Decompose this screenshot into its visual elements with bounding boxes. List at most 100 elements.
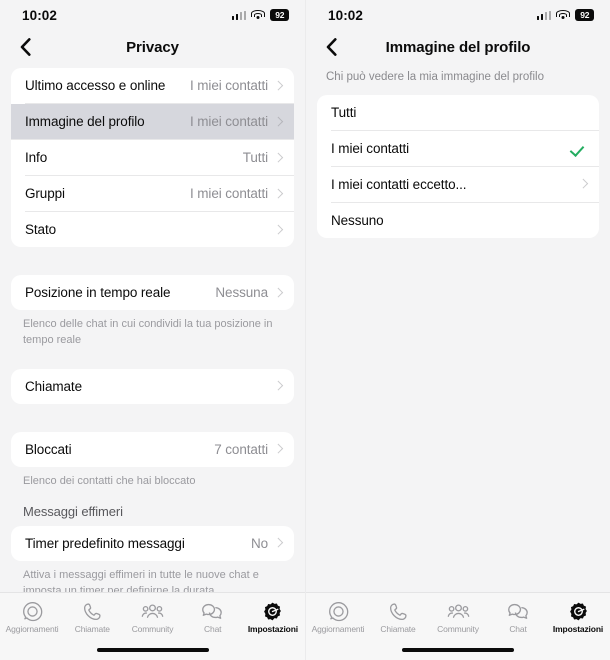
tab-chat[interactable]: Chat bbox=[488, 600, 548, 634]
visibility-options-card: Tutti I miei contatti I miei contatti ec… bbox=[317, 94, 599, 238]
option-i-miei-contatti[interactable]: I miei contatti bbox=[317, 131, 599, 166]
tab-impostazioni[interactable]: Impostazioni bbox=[243, 600, 303, 634]
wifi-icon bbox=[251, 10, 265, 20]
tab-label: Chat bbox=[509, 624, 527, 634]
tab-impostazioni[interactable]: Impostazioni bbox=[548, 600, 608, 634]
calls-card: Chiamate bbox=[11, 368, 294, 404]
status-bar: 10:02 92 bbox=[306, 0, 610, 30]
home-bar[interactable] bbox=[402, 648, 514, 652]
tab-community[interactable]: Community bbox=[428, 600, 488, 634]
battery-icon: 92 bbox=[270, 9, 289, 21]
blocked-card: Bloccati 7 contatti bbox=[11, 431, 294, 467]
cellular-signal-icon bbox=[536, 10, 551, 20]
tab-community[interactable]: Community bbox=[122, 600, 182, 634]
nav-bar-left: Privacy bbox=[0, 30, 305, 68]
tab-label: Impostazioni bbox=[552, 624, 604, 634]
row-label: Immagine del profilo bbox=[25, 114, 145, 129]
community-people-icon bbox=[447, 600, 470, 622]
option-tutti[interactable]: Tutti bbox=[317, 95, 599, 130]
tab-chiamate[interactable]: Chiamate bbox=[62, 600, 122, 634]
chat-bubbles-icon bbox=[201, 600, 224, 622]
tab-bar-left: Aggiornamenti Chiamate Community Chat Im… bbox=[0, 592, 305, 640]
tab-label: Community bbox=[437, 624, 479, 634]
back-button[interactable] bbox=[320, 36, 342, 58]
status-updates-icon bbox=[328, 600, 349, 622]
profile-photo-privacy-panel: 10:02 92 Immagine del profilo Chi può ve… bbox=[305, 0, 610, 660]
row-label: Timer predefinito messaggi bbox=[25, 535, 185, 551]
status-indicators: 92 bbox=[536, 9, 594, 21]
options-scroll-area[interactable]: Tutti I miei contatti I miei contatti ec… bbox=[306, 94, 610, 592]
option-label: Nessuno bbox=[331, 212, 384, 228]
phone-icon bbox=[388, 600, 409, 622]
cellular-signal-icon bbox=[231, 10, 246, 20]
row-ultimo-accesso[interactable]: Ultimo accesso e online I miei contatti bbox=[11, 68, 294, 103]
row-immagine-del-profilo[interactable]: Immagine del profilo I miei contatti bbox=[11, 104, 294, 139]
gear-icon bbox=[568, 600, 589, 622]
live-location-card: Posizione in tempo reale Nessuna bbox=[11, 275, 294, 310]
option-label: Tutti bbox=[331, 104, 357, 120]
tab-chiamate[interactable]: Chiamate bbox=[368, 600, 428, 634]
chevron-right-icon bbox=[275, 381, 282, 392]
option-i-miei-contatti-eccetto[interactable]: I miei contatti eccetto... bbox=[317, 167, 599, 202]
row-info[interactable]: Info Tutti bbox=[11, 140, 294, 175]
home-indicator-left bbox=[0, 640, 305, 660]
row-label: Stato bbox=[25, 222, 57, 237]
dual-panel-screenshot: 10:02 92 Privacy Ultimo accesso e online… bbox=[0, 0, 610, 660]
chevron-right-icon bbox=[275, 538, 282, 549]
privacy-scroll-area[interactable]: Ultimo accesso e online I miei contatti … bbox=[0, 68, 305, 592]
back-button[interactable] bbox=[14, 36, 36, 58]
nav-bar-right: Immagine del profilo bbox=[306, 30, 610, 68]
page-title: Immagine del profilo bbox=[385, 38, 531, 56]
chevron-right-icon bbox=[275, 80, 282, 91]
phone-icon bbox=[82, 600, 103, 622]
chevron-right-icon bbox=[275, 287, 282, 298]
live-location-footnote: Elenco delle chat in cui condividi la tu… bbox=[23, 318, 273, 346]
option-label: I miei contatti bbox=[331, 140, 410, 156]
panel-subtitle: Chi può vedere la mia immagine del profi… bbox=[326, 71, 544, 83]
back-chevron-icon bbox=[326, 38, 337, 56]
chevron-right-icon bbox=[275, 188, 282, 199]
row-stato[interactable]: Stato bbox=[11, 212, 294, 247]
ephemeral-card: Timer predefinito messaggi No bbox=[11, 525, 294, 561]
option-label: I miei contatti eccetto... bbox=[331, 176, 467, 192]
row-value: I miei contatti bbox=[189, 78, 268, 93]
tab-aggiornamenti[interactable]: Aggiornamenti bbox=[2, 600, 62, 634]
home-indicator-right bbox=[306, 640, 610, 660]
page-title: Privacy bbox=[126, 38, 179, 56]
row-label: Gruppi bbox=[25, 186, 65, 201]
status-indicators: 92 bbox=[231, 9, 289, 21]
tab-label: Community bbox=[131, 624, 174, 634]
chevron-right-icon bbox=[275, 116, 282, 127]
row-label: Info bbox=[25, 150, 48, 165]
wifi-icon bbox=[556, 10, 570, 20]
row-label: Chiamate bbox=[25, 378, 82, 394]
tab-bar-right: Aggiornamenti Chiamate Community Chat Im… bbox=[306, 592, 610, 640]
row-chiamate[interactable]: Chiamate bbox=[11, 369, 294, 404]
tab-aggiornamenti[interactable]: Aggiornamenti bbox=[308, 600, 368, 634]
community-people-icon bbox=[141, 600, 164, 622]
checkmark-icon bbox=[571, 140, 587, 156]
tab-label: Chiamate bbox=[380, 624, 416, 634]
tab-label: Aggiornamenti bbox=[5, 624, 59, 634]
chevron-right-icon bbox=[580, 179, 587, 190]
chevron-right-icon bbox=[275, 152, 282, 163]
chevron-right-icon bbox=[275, 444, 282, 455]
tab-chat[interactable]: Chat bbox=[183, 600, 243, 634]
row-label: Posizione in tempo reale bbox=[25, 285, 171, 300]
tab-label: Aggiornamenti bbox=[311, 624, 365, 634]
row-bloccati[interactable]: Bloccati 7 contatti bbox=[11, 432, 294, 467]
row-value: 7 contatti bbox=[214, 441, 268, 457]
row-label: Ultimo accesso e online bbox=[25, 78, 166, 93]
row-value: Tutti bbox=[242, 150, 268, 165]
home-bar[interactable] bbox=[96, 648, 209, 652]
option-nessuno[interactable]: Nessuno bbox=[317, 203, 599, 238]
row-value: Nessuna bbox=[215, 285, 268, 300]
row-posizione-tempo-reale[interactable]: Posizione in tempo reale Nessuna bbox=[11, 275, 294, 310]
row-value: No bbox=[250, 535, 268, 551]
status-updates-icon bbox=[22, 600, 43, 622]
tab-label: Chiamate bbox=[74, 624, 110, 634]
row-gruppi[interactable]: Gruppi I miei contatti bbox=[11, 176, 294, 211]
row-timer-predefinito[interactable]: Timer predefinito messaggi No bbox=[11, 526, 294, 561]
blocked-footnote: Elenco dei contatti che hai bloccato bbox=[23, 474, 196, 487]
chevron-right-icon bbox=[275, 224, 282, 235]
